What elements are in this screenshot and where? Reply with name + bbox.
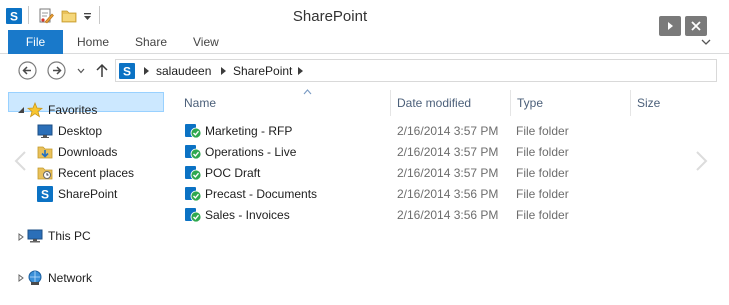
- ribbon-tabs: File Home Share View: [0, 30, 729, 54]
- back-button[interactable]: [18, 61, 37, 80]
- sharepoint-folder-icon: [185, 208, 201, 223]
- desktop-icon: [37, 124, 53, 138]
- column-divider[interactable]: [630, 90, 631, 116]
- recent-places-icon: [37, 167, 53, 180]
- svg-text:S: S: [123, 65, 131, 79]
- address-bar[interactable]: S salaudeen SharePoint: [115, 59, 717, 82]
- network-icon: [28, 270, 42, 285]
- tab-view[interactable]: View: [193, 30, 219, 54]
- row-type: File folder: [516, 145, 569, 159]
- svg-text:S: S: [41, 188, 49, 202]
- row-name: Operations - Live: [205, 145, 297, 159]
- sharepoint-icon: S: [37, 186, 53, 202]
- collapse-arrow-icon[interactable]: [17, 106, 25, 114]
- breadcrumb-sharepoint[interactable]: SharePoint: [233, 64, 292, 78]
- row-type: File folder: [516, 187, 569, 201]
- breadcrumb-arrow-icon[interactable]: [143, 67, 150, 75]
- row-date: 2/16/2014 3:56 PM: [397, 187, 499, 201]
- row-date: 2/16/2014 3:57 PM: [397, 145, 499, 159]
- column-header-date-modified[interactable]: Date modified: [397, 92, 471, 114]
- table-row[interactable]: POC Draft 2/16/2014 3:57 PM File folder: [182, 163, 602, 183]
- row-date: 2/16/2014 3:57 PM: [397, 124, 499, 138]
- column-header-name[interactable]: Name: [184, 92, 216, 114]
- row-type: File folder: [516, 208, 569, 222]
- nav-label: Network: [48, 271, 93, 285]
- row-name: POC Draft: [205, 166, 261, 180]
- tab-file[interactable]: File: [8, 30, 63, 54]
- breadcrumb-arrow-icon[interactable]: [297, 67, 304, 75]
- sharepoint-folder-icon: [185, 187, 201, 202]
- chevron-left-icon[interactable]: [12, 150, 30, 172]
- table-row[interactable]: Marketing - RFP 2/16/2014 3:57 PM File f…: [182, 121, 602, 141]
- row-name: Sales - Invoices: [205, 208, 290, 222]
- breadcrumb-salaudeen[interactable]: salaudeen: [156, 64, 211, 78]
- sort-ascending-icon: [303, 89, 312, 95]
- forward-button[interactable]: [47, 61, 66, 80]
- sharepoint-folder-icon: [185, 145, 201, 160]
- row-type: File folder: [516, 124, 569, 138]
- row-date: 2/16/2014 3:56 PM: [397, 208, 499, 222]
- computer-icon: [27, 229, 43, 243]
- table-row[interactable]: Sales - Invoices 2/16/2014 3:56 PM File …: [182, 205, 602, 225]
- nav-label: Desktop: [58, 124, 103, 138]
- row-name: Precast - Documents: [205, 187, 318, 201]
- downloads-icon: [37, 146, 53, 159]
- breadcrumb-arrow-icon[interactable]: [220, 67, 227, 75]
- expand-arrow-icon[interactable]: [17, 233, 25, 241]
- tab-home[interactable]: Home: [77, 30, 109, 54]
- nav-label: Downloads: [58, 145, 118, 159]
- column-divider[interactable]: [390, 90, 391, 116]
- chevron-right-icon[interactable]: [692, 150, 710, 172]
- column-header-type[interactable]: Type: [517, 92, 543, 114]
- row-name: Marketing - RFP: [205, 124, 293, 138]
- table-row[interactable]: Operations - Live 2/16/2014 3:57 PM File…: [182, 142, 602, 162]
- table-row[interactable]: Precast - Documents 2/16/2014 3:56 PM Fi…: [182, 184, 602, 204]
- nav-label: Favorites: [48, 103, 98, 117]
- up-arrow-icon[interactable]: [95, 63, 109, 78]
- title-bar: S SharePoint: [0, 0, 729, 36]
- recent-locations-dropdown-icon[interactable]: [77, 67, 85, 75]
- expand-arrow-icon[interactable]: [17, 274, 25, 282]
- sharepoint-icon: S: [119, 63, 135, 79]
- row-date: 2/16/2014 3:57 PM: [397, 166, 499, 180]
- row-type: File folder: [516, 166, 569, 180]
- column-header-size[interactable]: Size: [637, 92, 660, 114]
- expand-ribbon-icon[interactable]: [700, 36, 712, 48]
- nav-label: SharePoint: [58, 187, 118, 201]
- sharepoint-folder-icon: [185, 124, 201, 139]
- nav-label: This PC: [48, 229, 91, 243]
- window-title: SharePoint: [292, 8, 368, 25]
- tab-share[interactable]: Share: [135, 30, 167, 54]
- star-icon: [27, 102, 43, 118]
- column-divider[interactable]: [510, 90, 511, 116]
- sharepoint-folder-icon: [185, 166, 201, 181]
- nav-label: Recent places: [58, 166, 135, 180]
